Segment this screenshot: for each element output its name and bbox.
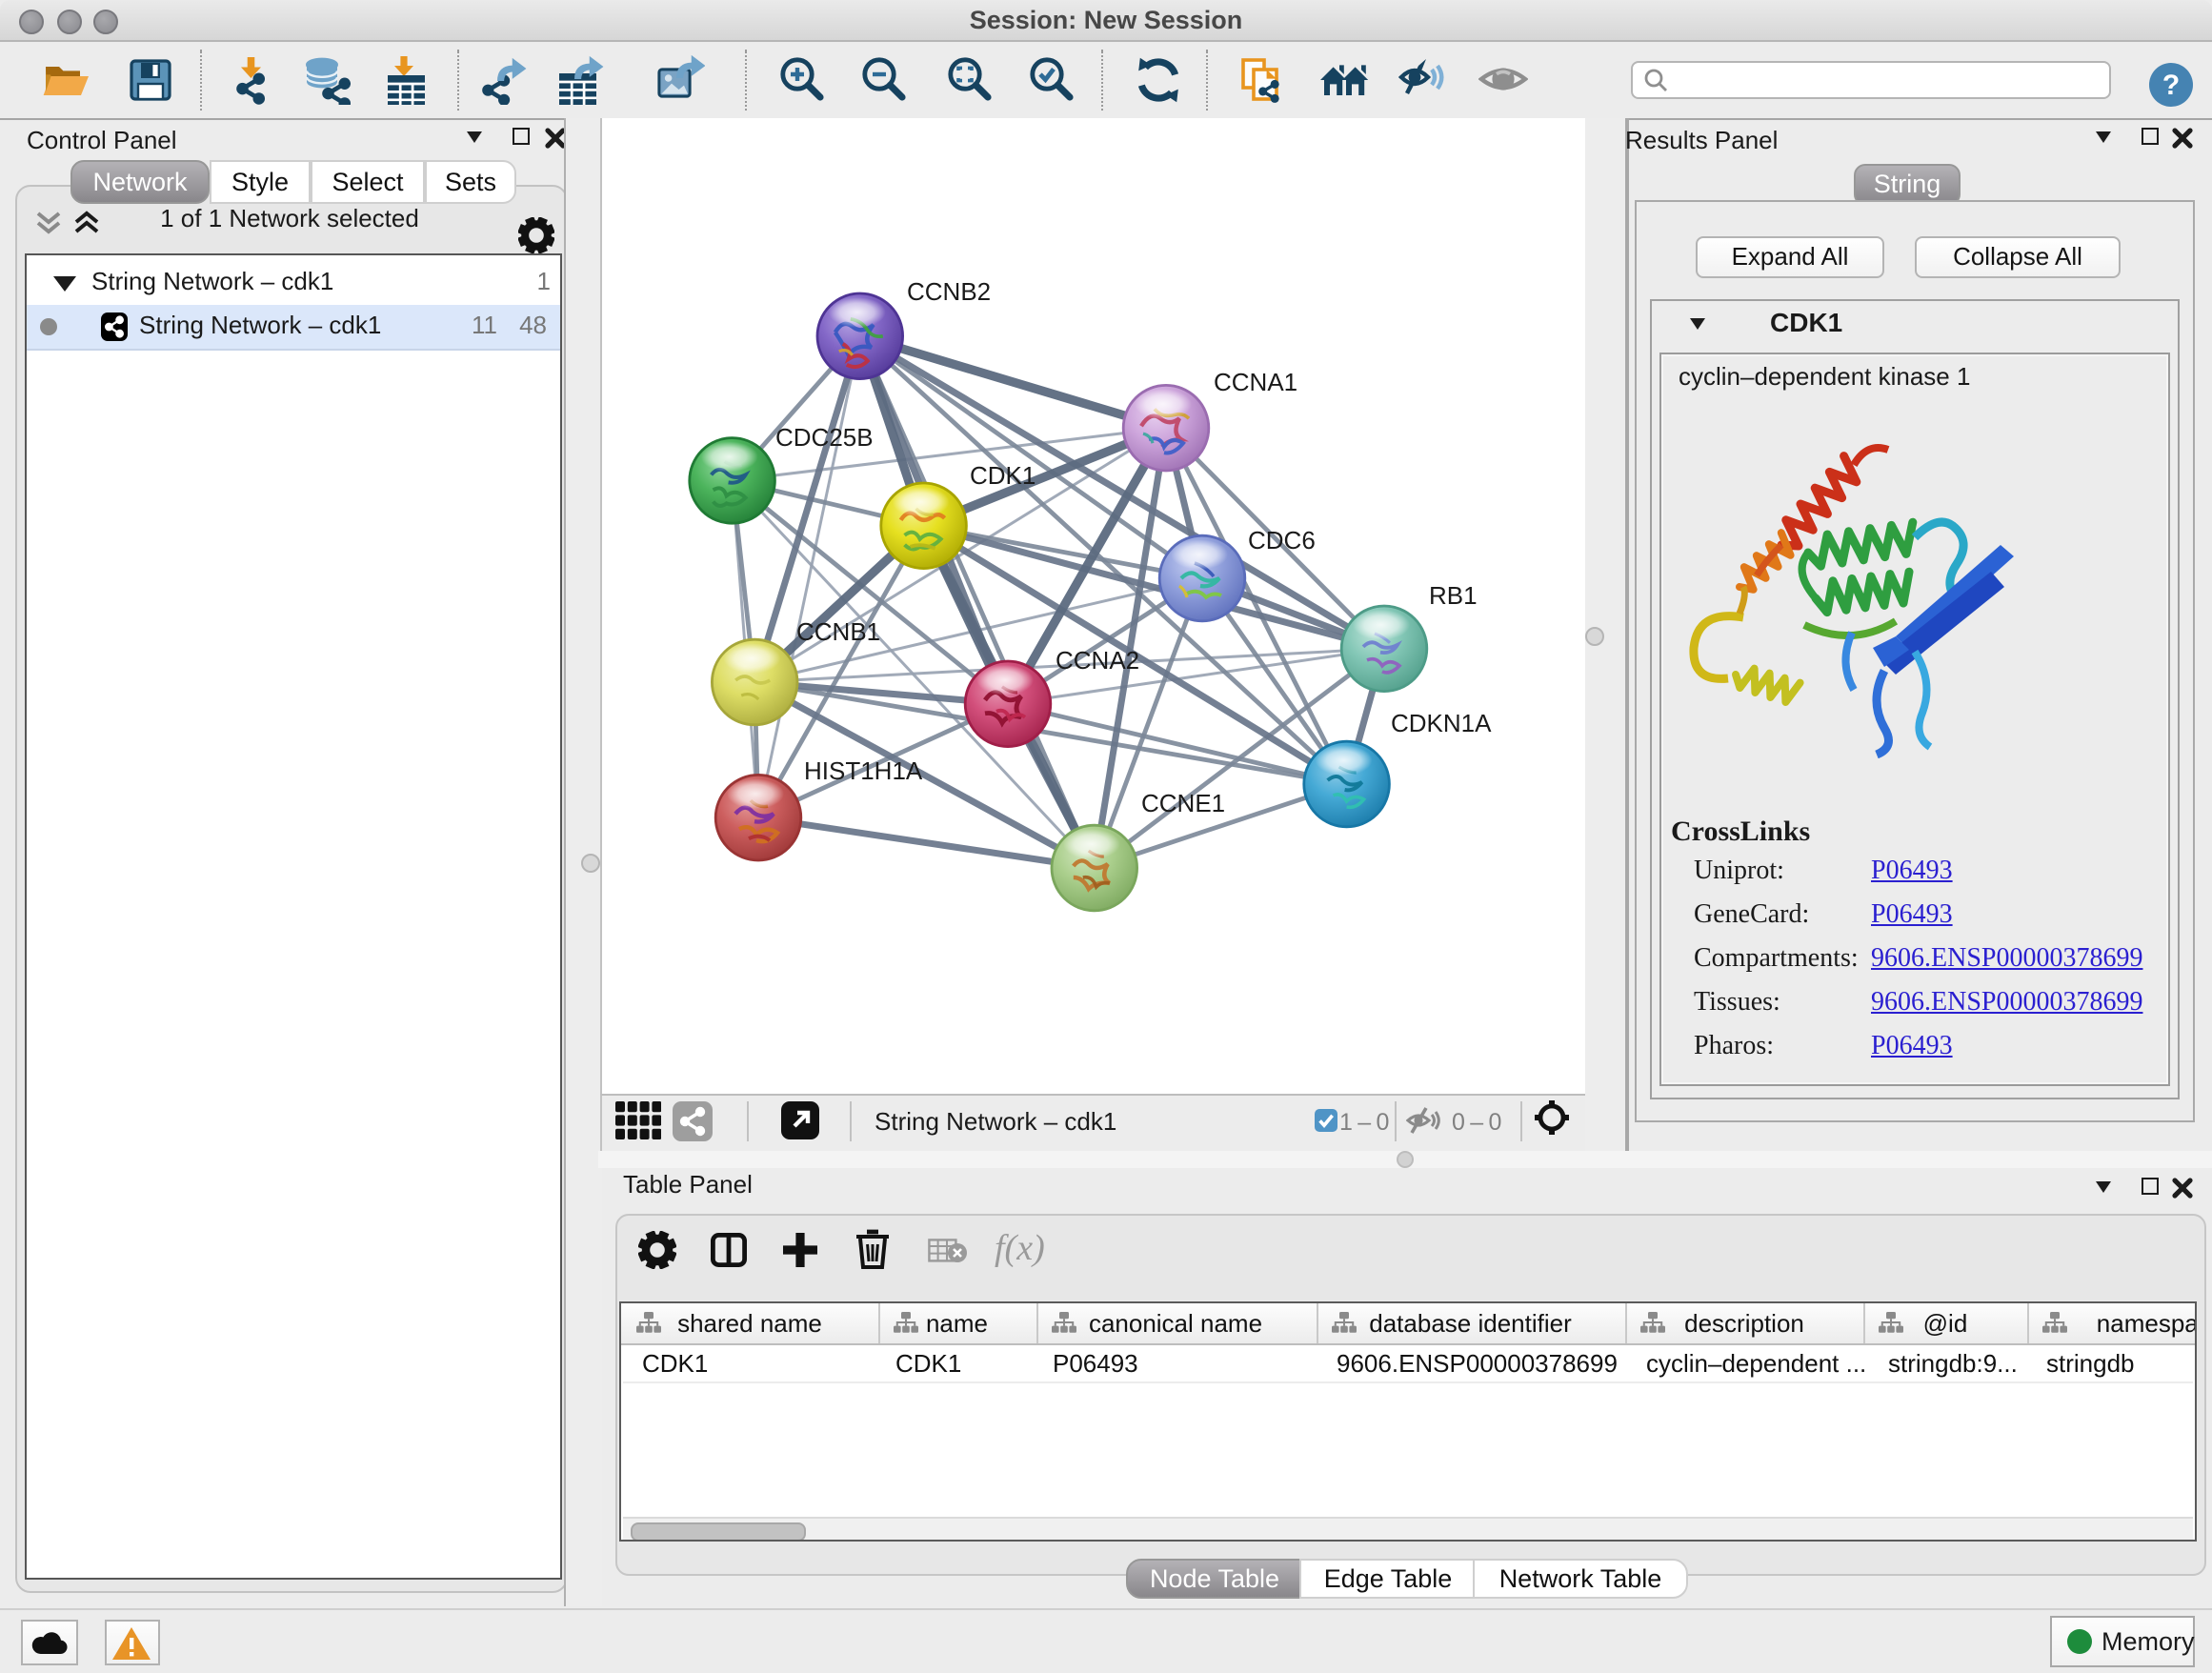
svg-text:CCNA1: CCNA1	[1214, 368, 1297, 396]
svg-text:CCNB2: CCNB2	[907, 277, 991, 306]
svg-text:CDK1: CDK1	[970, 461, 1036, 490]
svg-text:?: ?	[2162, 69, 2180, 100]
svg-text:CDC25B: CDC25B	[775, 423, 874, 452]
svg-text:CDKN1A: CDKN1A	[1391, 709, 1492, 737]
svg-text:CCNB1: CCNB1	[796, 617, 880, 646]
svg-text:RB1: RB1	[1429, 581, 1478, 610]
svg-text:CDC6: CDC6	[1248, 526, 1316, 554]
svg-text:HIST1H1A: HIST1H1A	[804, 756, 923, 785]
svg-text:CCNA2: CCNA2	[1056, 646, 1139, 675]
svg-text:CCNE1: CCNE1	[1141, 789, 1225, 817]
